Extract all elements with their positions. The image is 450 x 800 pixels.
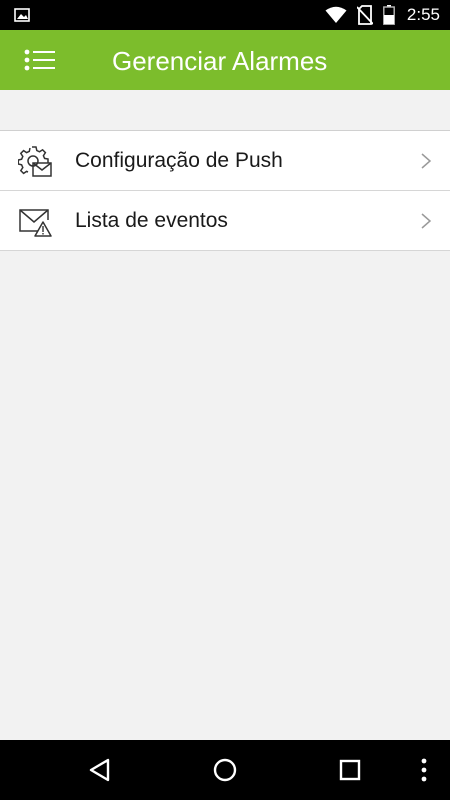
home-icon[interactable] — [209, 754, 241, 786]
list-item-label: Lista de eventos — [75, 209, 228, 232]
recents-icon[interactable] — [334, 754, 366, 786]
list-item-label: Configuração de Push — [75, 149, 283, 172]
list-item-event-list[interactable]: Lista de eventos — [0, 191, 450, 251]
status-time: 2:55 — [406, 5, 440, 24]
image-notification-icon — [14, 8, 30, 22]
no-sim-icon — [356, 5, 373, 25]
mail-warning-icon — [19, 209, 52, 237]
app-bar: Gerenciar Alarmes — [0, 30, 450, 90]
more-vert-icon[interactable] — [409, 754, 439, 786]
navigation-bar — [0, 740, 450, 800]
gear-mail-icon — [18, 146, 52, 177]
settings-list: Configuração de Push Lista de eventos — [0, 130, 450, 251]
chevron-right-icon — [421, 153, 432, 169]
page-title: Gerenciar Alarmes — [112, 46, 328, 76]
list-item-push-config[interactable]: Configuração de Push — [0, 131, 450, 191]
status-bar: 2:55 — [0, 0, 450, 30]
back-icon[interactable] — [84, 754, 116, 786]
battery-icon — [383, 5, 395, 25]
chevron-right-icon — [421, 213, 432, 229]
wifi-icon — [325, 6, 347, 23]
menu-list-icon[interactable] — [18, 44, 62, 76]
